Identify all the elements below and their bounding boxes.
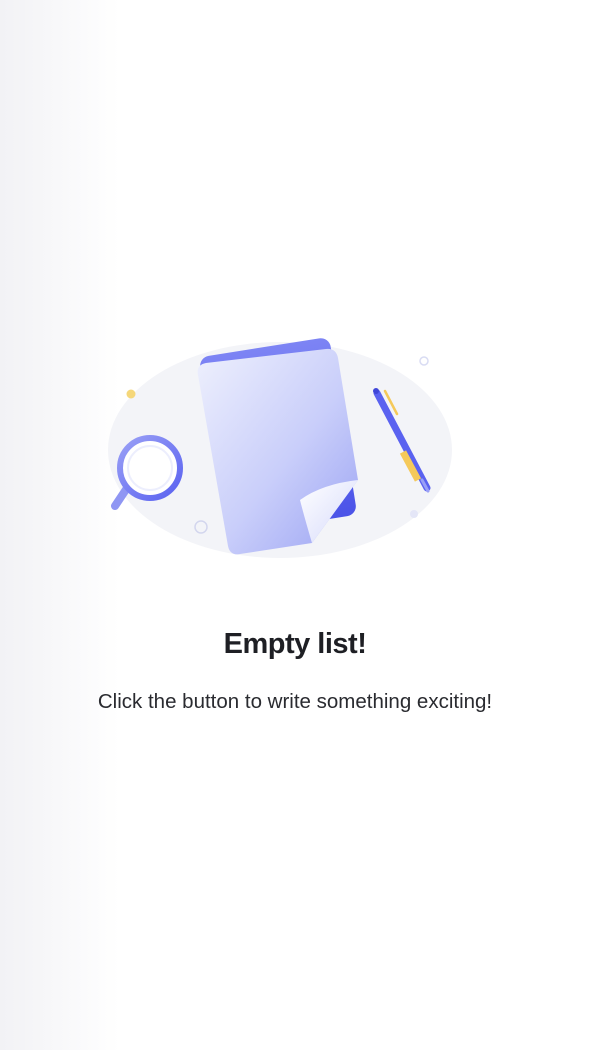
decor-dot-yellow: [126, 389, 136, 399]
illustration-svg: [108, 338, 452, 558]
empty-list-illustration: [100, 330, 470, 575]
decor-ring-small: [419, 356, 429, 366]
empty-state-title: Empty list!: [223, 628, 367, 660]
decor-dot-bottom-right: [410, 510, 418, 518]
empty-state: Empty list! Click the button to write so…: [0, 0, 590, 1050]
empty-state-message: Click the button to write something exci…: [97, 690, 493, 713]
